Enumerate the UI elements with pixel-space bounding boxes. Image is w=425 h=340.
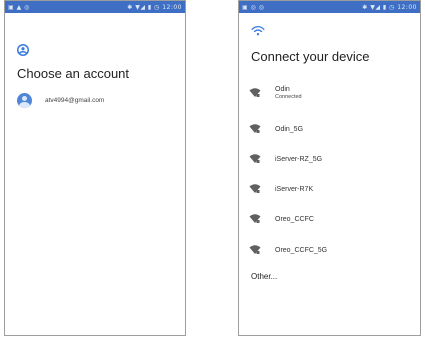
network-status: Connected (275, 94, 302, 100)
wifi-lock-icon (249, 245, 261, 254)
network-list-item-iserver-r7k[interactable]: iServer-R7K (249, 179, 409, 199)
wifi-icon (251, 25, 265, 36)
status-bar-right-icons: ✱ ▼◢ ▮ ◷ 12:00 (362, 3, 417, 11)
wifi-lock-icon (249, 154, 261, 163)
network-list-item-oreo-ccfc[interactable]: Oreo_CCFC (249, 209, 409, 229)
network-name: Odin (275, 86, 290, 93)
status-bar: ▣ ◎ ◎ ✱ ▼◢ ▮ ◷ 12:00 (239, 1, 420, 13)
page-title: Connect your device (251, 49, 370, 64)
wifi-lock-icon (249, 88, 261, 97)
network-name: Odin_5G (275, 125, 304, 133)
network-name: Oreo_CCFC (275, 215, 314, 223)
status-bar-right-icons: ✱ ▼◢ ▮ ◷ 12:00 (127, 3, 182, 11)
choose-account-screen: ▣ ▲ ◎ ✱ ▼◢ ▮ ◷ 12:00 Choose an account a… (4, 0, 186, 336)
network-name: iServer-RZ_5G (275, 155, 323, 163)
network-name: iServer-R7K (275, 185, 314, 193)
wifi-lock-icon (249, 184, 261, 193)
page-title: Choose an account (17, 66, 130, 81)
network-list-item-odin[interactable]: Odin Connected (249, 83, 409, 103)
network-name: Oreo_CCFC_5G (275, 246, 328, 254)
status-bar: ▣ ▲ ◎ ✱ ▼◢ ▮ ◷ 12:00 (5, 1, 185, 13)
status-bar-left-icons: ▣ ◎ ◎ (242, 3, 265, 11)
wifi-lock-icon (249, 124, 261, 133)
wifi-lock-icon (249, 214, 261, 223)
network-list-item-oreo-ccfc-5g[interactable]: Oreo_CCFC_5G (249, 240, 409, 260)
connect-device-screen: ▣ ◎ ◎ ✱ ▼◢ ▮ ◷ 12:00 Connect your device… (238, 0, 421, 336)
account-circle-icon (17, 44, 29, 56)
network-list-item-iserver-rz-5g[interactable]: iServer-RZ_5G (249, 149, 409, 169)
network-list-item-odin-5g[interactable]: Odin_5G (249, 119, 409, 139)
other-network-option[interactable]: Other... (251, 272, 277, 281)
status-bar-left-icons: ▣ ▲ ◎ (8, 3, 30, 11)
account-email: atv4994@gmail.com (45, 97, 105, 104)
account-list-item[interactable]: atv4994@gmail.com (17, 93, 104, 108)
avatar-icon (17, 93, 32, 108)
